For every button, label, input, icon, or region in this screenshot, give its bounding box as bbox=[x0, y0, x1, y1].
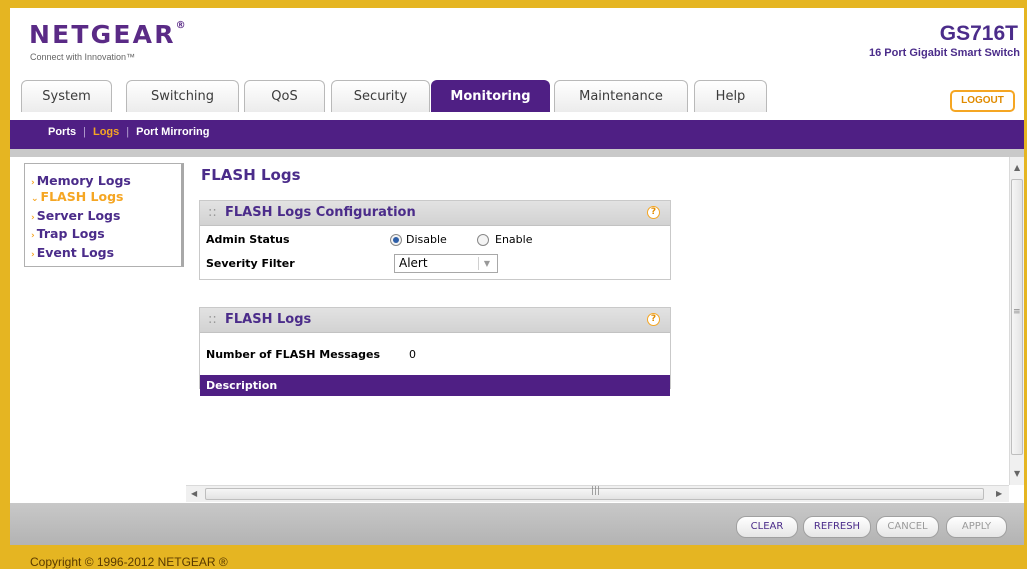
frame-top bbox=[0, 0, 1027, 8]
drag-handle-icon: :: bbox=[208, 205, 217, 220]
panel-header: :: FLASH Logs Configuration ? bbox=[200, 201, 670, 226]
subnav-item-ports[interactable]: Ports bbox=[48, 126, 76, 138]
tagline: Connect with Innovation™ bbox=[30, 52, 136, 62]
subnav-item-logs[interactable]: Logs bbox=[93, 126, 119, 138]
flash-message-count-label: Number of FLASH Messages bbox=[206, 348, 381, 361]
chevron-right-icon: › bbox=[31, 231, 35, 241]
tab-security[interactable]: Security bbox=[331, 80, 430, 112]
sub-navigation: Ports | Logs | Port Mirroring bbox=[10, 120, 1024, 149]
menu-item-memory-logs[interactable]: › Memory Logs bbox=[31, 173, 131, 188]
subnav-item-port-mirroring[interactable]: Port Mirroring bbox=[136, 126, 209, 138]
severity-filter-value: Alert bbox=[399, 256, 428, 270]
menu-item-event-logs[interactable]: › Event Logs bbox=[31, 245, 114, 260]
tab-qos[interactable]: QoS bbox=[244, 80, 325, 112]
chevron-down-icon: ⌄ bbox=[31, 194, 39, 204]
page-title: FLASH Logs bbox=[201, 166, 301, 184]
drag-handle-icon: :: bbox=[208, 312, 217, 327]
chevron-down-icon: ▼ bbox=[478, 257, 495, 270]
help-icon[interactable]: ? bbox=[647, 206, 660, 219]
chevron-right-icon: › bbox=[31, 250, 35, 260]
admin-status-disable-radio[interactable] bbox=[390, 234, 402, 246]
flash-message-count-value: 0 bbox=[409, 348, 416, 361]
grip-icon: ||| bbox=[591, 486, 601, 496]
refresh-button[interactable]: REFRESH bbox=[803, 516, 871, 538]
action-bar: CLEAR REFRESH CANCEL APPLY bbox=[10, 503, 1024, 545]
apply-button[interactable]: APPLY bbox=[946, 516, 1007, 538]
severity-filter-select[interactable]: Alert ▼ bbox=[394, 254, 498, 273]
chevron-right-icon: › bbox=[31, 213, 35, 223]
chevron-right-icon: › bbox=[31, 178, 35, 188]
admin-status-label: Admin Status bbox=[206, 233, 290, 246]
panel-title: FLASH Logs bbox=[225, 312, 312, 327]
subnav-separator: | bbox=[83, 126, 86, 138]
scroll-down-icon[interactable]: ▼ bbox=[1014, 469, 1020, 478]
menu-item-trap-logs[interactable]: › Trap Logs bbox=[31, 226, 105, 241]
scroll-right-icon[interactable]: ▶ bbox=[996, 489, 1002, 498]
panel-header: :: FLASH Logs ? bbox=[200, 308, 670, 333]
content-divider bbox=[10, 149, 1024, 157]
model-name: GS716T bbox=[939, 22, 1018, 45]
clear-button[interactable]: CLEAR bbox=[736, 516, 798, 538]
cancel-button[interactable]: CANCEL bbox=[876, 516, 939, 538]
tab-switching[interactable]: Switching bbox=[126, 80, 239, 112]
scroll-up-icon[interactable]: ▲ bbox=[1014, 163, 1020, 172]
tab-monitoring[interactable]: Monitoring bbox=[431, 80, 550, 112]
tab-help[interactable]: Help bbox=[694, 80, 767, 112]
admin-status-enable-radio[interactable] bbox=[477, 234, 489, 246]
flash-logs-configuration-panel: :: FLASH Logs Configuration ? Admin Stat… bbox=[199, 200, 671, 280]
left-menu: › Memory Logs ⌄ FLASH Logs › Server Logs › T… bbox=[24, 163, 184, 267]
frame-left bbox=[0, 0, 10, 569]
logout-button[interactable]: LOGOUT bbox=[950, 90, 1015, 112]
admin-status-disable-label: Disable bbox=[406, 233, 447, 246]
menu-item-server-logs[interactable]: › Server Logs bbox=[31, 208, 120, 223]
model-description: 16 Port Gigabit Smart Switch bbox=[869, 47, 1020, 59]
vertical-scrollbar[interactable]: ▲ ≡ ▼ bbox=[1009, 157, 1024, 485]
menu-item-flash-logs[interactable]: ⌄ FLASH Logs bbox=[31, 189, 123, 204]
severity-filter-label: Severity Filter bbox=[206, 257, 295, 270]
scroll-left-icon[interactable]: ◀ bbox=[191, 489, 197, 498]
subnav-separator: | bbox=[126, 126, 130, 138]
horizontal-scrollbar[interactable]: ◀ ||| ▶ bbox=[186, 485, 1009, 502]
grip-icon: ≡ bbox=[1013, 307, 1021, 317]
tab-maintenance[interactable]: Maintenance bbox=[554, 80, 688, 112]
flash-logs-panel: :: FLASH Logs ? Number of FLASH Messages… bbox=[199, 307, 671, 396]
netgear-logo: NETGEAR® bbox=[29, 20, 186, 49]
description-column-header: Description bbox=[200, 375, 670, 396]
panel-title: FLASH Logs Configuration bbox=[225, 205, 416, 220]
admin-status-enable-label: Enable bbox=[495, 233, 533, 246]
copyright-text: Copyright © 1996-2012 NETGEAR ® bbox=[30, 555, 228, 569]
vertical-scroll-thumb[interactable] bbox=[1011, 179, 1023, 455]
footer: Copyright © 1996-2012 NETGEAR ® bbox=[10, 545, 1024, 569]
help-icon[interactable]: ? bbox=[647, 313, 660, 326]
tab-system[interactable]: System bbox=[21, 80, 112, 112]
